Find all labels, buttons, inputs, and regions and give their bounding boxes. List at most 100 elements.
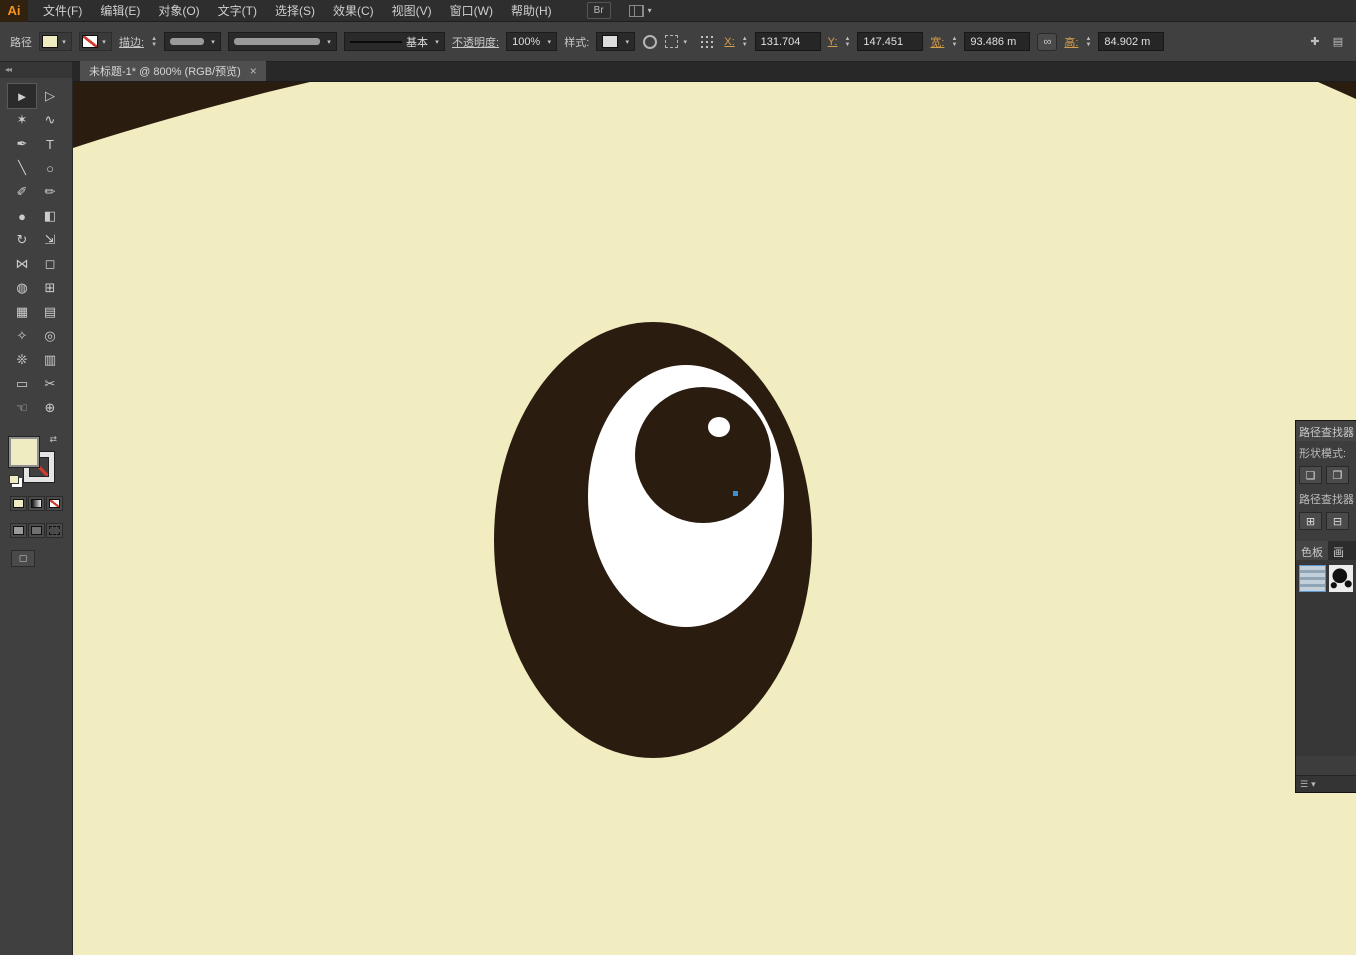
fill-color-picker[interactable]: ▾	[39, 32, 72, 51]
recolor-artwork-button[interactable]	[642, 35, 658, 49]
transform-options-button[interactable]: ✚	[1307, 35, 1323, 48]
draw-inside-button[interactable]	[46, 523, 63, 538]
perspective-grid-tool[interactable]: ⊞	[36, 276, 64, 300]
height-input[interactable]: 84.902 m	[1098, 32, 1164, 51]
minus-front-button[interactable]: ❐	[1326, 466, 1349, 484]
rotate-tool[interactable]: ↻	[8, 228, 36, 252]
gradient-tool[interactable]: ▤	[36, 300, 64, 324]
menu-edit[interactable]: 编辑(E)	[91, 0, 149, 22]
ellipse-tool[interactable]: ○	[36, 156, 64, 180]
swatch-item-splatter[interactable]	[1329, 565, 1353, 592]
x-label[interactable]: X:	[724, 36, 734, 48]
slice-tool[interactable]: ✂	[36, 372, 64, 396]
swatches-tab[interactable]: 色板	[1296, 541, 1328, 560]
menu-type[interactable]: 文字(T)	[209, 0, 266, 22]
artboard-tool[interactable]: ▭	[8, 372, 36, 396]
free-transform-tool[interactable]: ◻	[36, 252, 64, 276]
selection-tool[interactable]: ►	[8, 84, 36, 108]
trim-button[interactable]: ⊟	[1326, 512, 1349, 530]
unite-button[interactable]: ❏	[1299, 466, 1322, 484]
selected-anchor-point[interactable]	[733, 491, 738, 496]
magic-wand-tool[interactable]: ✶	[8, 108, 36, 132]
opacity-label[interactable]: 不透明度:	[452, 34, 499, 50]
draw-behind-button[interactable]	[28, 523, 45, 538]
scale-tool[interactable]: ⇲	[36, 228, 64, 252]
draw-normal-button[interactable]	[10, 523, 27, 538]
swatch-item-pattern[interactable]	[1299, 565, 1326, 592]
eye-highlight-dot[interactable]	[708, 417, 730, 437]
divide-button[interactable]: ⊞	[1299, 512, 1322, 530]
eraser-tool[interactable]: ◧	[36, 204, 64, 228]
symbol-sprayer-tool[interactable]: ❊	[8, 348, 36, 372]
blend-tool[interactable]: ◎	[36, 324, 64, 348]
menu-object[interactable]: 对象(O)	[149, 0, 208, 22]
stroke-weight-stepper[interactable]: ▲ ▼	[151, 36, 157, 48]
hand-tool[interactable]: ☜	[8, 396, 36, 420]
eyedropper-tool[interactable]: ✧	[8, 324, 36, 348]
stroke-color-picker[interactable]: ▾	[79, 32, 112, 51]
menu-effect[interactable]: 效果(C)	[324, 0, 383, 22]
y-input[interactable]: 147.451	[857, 32, 923, 51]
stroke-label[interactable]: 描边:	[119, 34, 144, 50]
spin-down-icon[interactable]: ▼	[844, 42, 850, 48]
y-label[interactable]: Y:	[828, 36, 838, 48]
height-stepper[interactable]: ▲ ▼	[1085, 36, 1091, 48]
menu-view[interactable]: 视图(V)	[383, 0, 441, 22]
width-profile-select[interactable]: ▾	[228, 32, 337, 51]
align-options-button[interactable]	[697, 36, 717, 48]
document-tab[interactable]: 未标题-1* @ 800% (RGB/预览) ×	[80, 61, 266, 81]
spin-down-icon[interactable]: ▼	[1085, 42, 1091, 48]
x-input[interactable]: 131.704	[755, 32, 821, 51]
shape-builder-tool[interactable]: ◍	[8, 276, 36, 300]
menu-select[interactable]: 选择(S)	[266, 0, 324, 22]
pathfinder-panel-tab[interactable]: 路径查找器	[1296, 421, 1356, 441]
menu-help[interactable]: 帮助(H)	[502, 0, 561, 22]
x-stepper[interactable]: ▲ ▼	[742, 36, 748, 48]
panel-options-button[interactable]: ▤	[1330, 35, 1346, 48]
line-tool[interactable]: ╲	[8, 156, 36, 180]
bridge-button[interactable]: Br	[587, 2, 611, 19]
spin-down-icon[interactable]: ▼	[151, 42, 157, 48]
lasso-tool[interactable]: ∿	[36, 108, 64, 132]
toolbar-collapse-button[interactable]: ◂◂	[0, 62, 72, 78]
constrain-proportions-button[interactable]: ∞	[1037, 33, 1057, 51]
workspace-switcher[interactable]: ▾	[629, 5, 652, 17]
shape-options-button[interactable]: ▾	[665, 35, 690, 48]
column-graph-tool[interactable]: ▥	[36, 348, 64, 372]
pen-tool[interactable]: ✒	[8, 132, 36, 156]
none-button[interactable]	[46, 496, 63, 511]
direct-selection-tool[interactable]: ▷	[36, 84, 64, 108]
zoom-tool[interactable]: ⊕	[36, 396, 64, 420]
gradient-button[interactable]	[28, 496, 45, 511]
pencil-tool[interactable]: ✏	[36, 180, 64, 204]
paintbrush-tool[interactable]: ✐	[8, 180, 36, 204]
color-button[interactable]	[10, 496, 27, 511]
y-stepper[interactable]: ▲ ▼	[844, 36, 850, 48]
canvas-artboard[interactable]	[73, 82, 1356, 955]
opacity-select[interactable]: 100% ▾	[506, 32, 557, 51]
brushes-tab[interactable]: 画	[1328, 541, 1349, 560]
width-tool[interactable]: ⋈	[8, 252, 36, 276]
close-icon[interactable]: ×	[250, 64, 257, 78]
spin-down-icon[interactable]: ▼	[742, 42, 748, 48]
fill-swatch-large[interactable]	[9, 437, 39, 467]
brush-definition-select[interactable]: 基本 ▾	[344, 32, 445, 51]
stroke-weight-select[interactable]: ▾	[164, 32, 221, 51]
width-input[interactable]: 93.486 m	[964, 32, 1030, 51]
type-tool[interactable]: T	[36, 132, 64, 156]
chevron-down-icon: ▾	[324, 38, 334, 46]
mesh-tool[interactable]: ▦	[8, 300, 36, 324]
menu-file[interactable]: 文件(F)	[34, 0, 91, 22]
default-swatches-icon[interactable]	[9, 475, 19, 484]
blob-brush-tool[interactable]: ●	[8, 204, 36, 228]
list-view-icon[interactable]: ☰	[1300, 779, 1308, 790]
eye-pupil-circle[interactable]	[635, 387, 771, 523]
menu-window[interactable]: 窗口(W)	[441, 0, 502, 22]
spin-down-icon[interactable]: ▼	[951, 42, 957, 48]
swap-fill-stroke-icon[interactable]: ⇄	[49, 434, 57, 445]
height-label[interactable]: 高:	[1064, 34, 1078, 50]
style-select[interactable]: ▾	[596, 32, 635, 51]
width-label[interactable]: 宽:	[930, 34, 944, 50]
screen-mode-button[interactable]: ▢	[11, 550, 35, 567]
width-stepper[interactable]: ▲ ▼	[951, 36, 957, 48]
